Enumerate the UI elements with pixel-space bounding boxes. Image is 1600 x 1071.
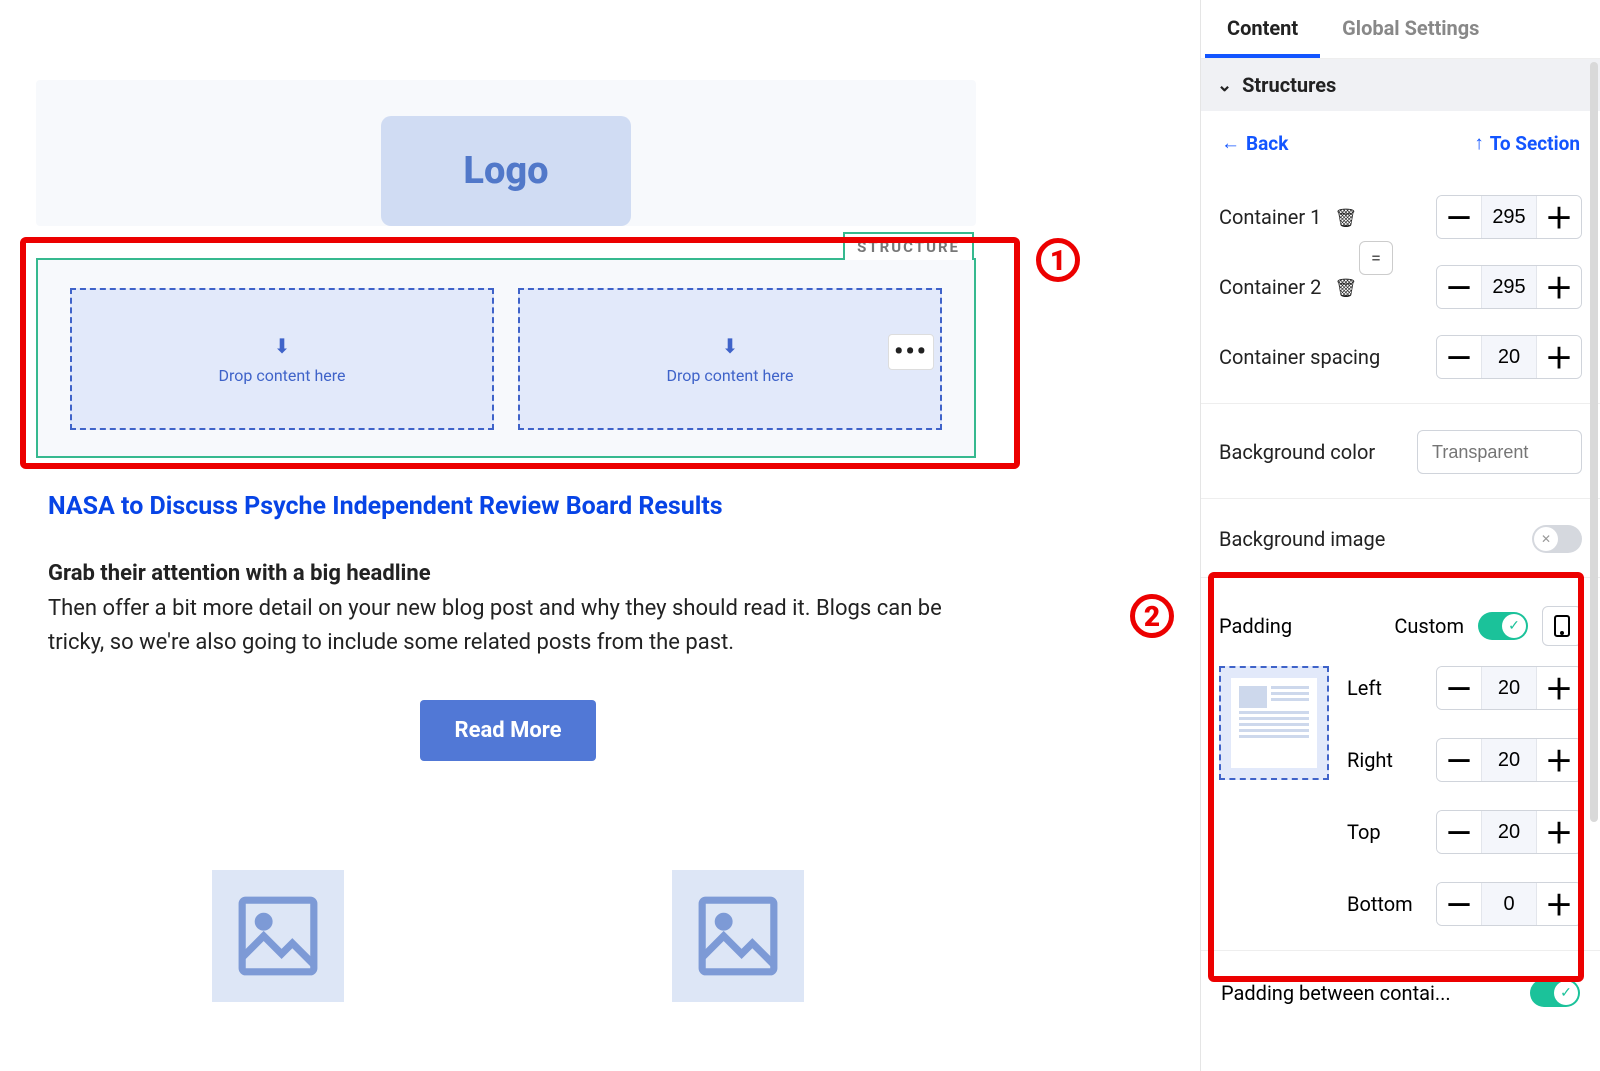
structure-tag: STRUCTURE bbox=[843, 232, 974, 260]
image-placeholder[interactable] bbox=[672, 870, 804, 1002]
decrement-button[interactable]: － bbox=[1437, 667, 1481, 709]
selected-structure[interactable]: STRUCTURE ⬇ Drop content here ⬇ Drop con… bbox=[36, 258, 976, 458]
container-spacing-label: Container spacing bbox=[1219, 345, 1380, 369]
increment-button[interactable]: ＋ bbox=[1537, 667, 1581, 709]
increment-button[interactable]: ＋ bbox=[1537, 811, 1581, 853]
device-mobile-button[interactable] bbox=[1542, 606, 1582, 646]
increment-button[interactable]: ＋ bbox=[1537, 883, 1581, 925]
container-spacing-row: Container spacing － ＋ bbox=[1219, 335, 1582, 379]
editor-canvas: Logo STRUCTURE ⬇ Drop content here ⬇ Dro… bbox=[0, 0, 1160, 1071]
container-spacing-stepper: － ＋ bbox=[1436, 335, 1582, 379]
increment-button[interactable]: ＋ bbox=[1537, 336, 1581, 378]
padding-custom-toggle[interactable]: ✓ bbox=[1478, 612, 1528, 640]
padding-right-label: Right bbox=[1347, 748, 1393, 772]
custom-label: Custom bbox=[1394, 614, 1464, 638]
container-1-input[interactable] bbox=[1481, 196, 1537, 238]
padding-left-row: Left － ＋ bbox=[1347, 666, 1582, 710]
padding-group: Padding Custom ✓ Left － ＋ bbox=[1219, 606, 1582, 926]
increment-button[interactable]: ＋ bbox=[1537, 196, 1581, 238]
properties-sidebar: Content Global Settings ⌄ Structures ← B… bbox=[1200, 0, 1600, 1071]
container-2-stepper: － ＋ bbox=[1436, 265, 1582, 309]
tab-content[interactable]: Content bbox=[1205, 0, 1320, 58]
padding-right-row: Right － ＋ bbox=[1347, 738, 1582, 782]
structures-accordion-header[interactable]: ⌄ Structures bbox=[1201, 59, 1600, 111]
decrement-button[interactable]: － bbox=[1437, 883, 1481, 925]
container-1-label: Container 1 🗑 bbox=[1219, 205, 1357, 229]
padding-label: Padding bbox=[1219, 614, 1380, 638]
article-subhead: Grab their attention with a big headline bbox=[48, 561, 968, 586]
padding-right-input[interactable] bbox=[1481, 739, 1537, 781]
image-placeholder[interactable] bbox=[212, 870, 344, 1002]
padding-left-input[interactable] bbox=[1481, 667, 1537, 709]
section-title: Structures bbox=[1242, 73, 1336, 97]
background-color-row: Background color bbox=[1219, 430, 1582, 474]
article-block: NASA to Discuss Psyche Independent Revie… bbox=[48, 492, 968, 761]
padding-bottom-row: Bottom － ＋ bbox=[1219, 882, 1582, 926]
back-label: Back bbox=[1246, 132, 1288, 155]
background-color-input[interactable] bbox=[1417, 430, 1582, 474]
background-image-row: Background image bbox=[1219, 525, 1582, 553]
container-2-input[interactable] bbox=[1481, 266, 1537, 308]
drop-down-arrow-icon: ⬇ bbox=[274, 334, 291, 358]
tab-global-settings[interactable]: Global Settings bbox=[1320, 0, 1501, 58]
decrement-button[interactable]: － bbox=[1437, 811, 1481, 853]
image-icon bbox=[695, 893, 781, 979]
decrement-button[interactable]: － bbox=[1437, 196, 1481, 238]
to-section-link[interactable]: ↑ To Section bbox=[1474, 131, 1580, 155]
mobile-icon bbox=[1554, 615, 1570, 637]
padding-between-label: Padding between contai... bbox=[1221, 981, 1451, 1005]
delete-container-1-icon[interactable]: 🗑 bbox=[1334, 208, 1357, 229]
background-image-toggle[interactable] bbox=[1532, 525, 1582, 553]
arrow-up-icon: ↑ bbox=[1474, 131, 1484, 155]
image-placeholder-row bbox=[48, 870, 968, 1002]
more-actions-button[interactable]: ••• bbox=[888, 334, 934, 370]
arrow-left-icon: ← bbox=[1221, 131, 1240, 155]
padding-bottom-input[interactable] bbox=[1481, 883, 1537, 925]
container-1-stepper: － ＋ bbox=[1436, 195, 1582, 239]
logo-placeholder[interactable]: Logo bbox=[381, 116, 631, 226]
decrement-button[interactable]: － bbox=[1437, 266, 1481, 308]
sidebar-scrollbar[interactable] bbox=[1590, 62, 1598, 822]
back-link[interactable]: ← Back bbox=[1221, 131, 1288, 155]
background-image-label: Background image bbox=[1219, 527, 1385, 551]
background-color-label: Background color bbox=[1219, 440, 1375, 464]
sidebar-tabs: Content Global Settings bbox=[1201, 0, 1600, 59]
read-more-button[interactable]: Read More bbox=[420, 700, 595, 761]
decrement-button[interactable]: － bbox=[1437, 336, 1481, 378]
padding-top-row: Top － ＋ bbox=[1219, 810, 1582, 854]
article-body: Then offer a bit more detail on your new… bbox=[48, 592, 968, 660]
annotation-marker-2: 2 bbox=[1130, 594, 1174, 638]
image-icon bbox=[235, 893, 321, 979]
container-2-row: Container 2 🗑 － ＋ bbox=[1219, 265, 1582, 309]
padding-top-label: Top bbox=[1347, 820, 1381, 844]
drop-hint-text: Drop content here bbox=[219, 366, 346, 385]
increment-button[interactable]: ＋ bbox=[1537, 266, 1581, 308]
drop-hint-text: Drop content here bbox=[667, 366, 794, 385]
container-spacing-input[interactable] bbox=[1481, 336, 1537, 378]
padding-between-row: Padding between contai... ✓ bbox=[1201, 950, 1600, 1035]
padding-between-toggle[interactable]: ✓ bbox=[1530, 979, 1580, 1007]
drop-zone-right[interactable]: ⬇ Drop content here ••• bbox=[518, 288, 942, 430]
email-body: Logo bbox=[36, 80, 976, 226]
padding-left-label: Left bbox=[1347, 676, 1382, 700]
padding-bottom-label: Bottom bbox=[1347, 892, 1413, 916]
drop-zone-left[interactable]: ⬇ Drop content here bbox=[70, 288, 494, 430]
to-section-label: To Section bbox=[1490, 132, 1580, 155]
drop-down-arrow-icon: ⬇ bbox=[722, 334, 739, 358]
article-title-link[interactable]: NASA to Discuss Psyche Independent Revie… bbox=[48, 492, 968, 521]
delete-container-2-icon[interactable]: 🗑 bbox=[1334, 278, 1357, 299]
padding-top-input[interactable] bbox=[1481, 811, 1537, 853]
padding-preview-thumbnail bbox=[1219, 666, 1329, 780]
decrement-button[interactable]: － bbox=[1437, 739, 1481, 781]
container-1-row: Container 1 🗑 － ＋ = bbox=[1219, 195, 1582, 239]
increment-button[interactable]: ＋ bbox=[1537, 739, 1581, 781]
chevron-down-icon: ⌄ bbox=[1217, 75, 1232, 96]
annotation-marker-1: 1 bbox=[1036, 238, 1080, 282]
container-2-label: Container 2 🗑 bbox=[1219, 275, 1357, 299]
